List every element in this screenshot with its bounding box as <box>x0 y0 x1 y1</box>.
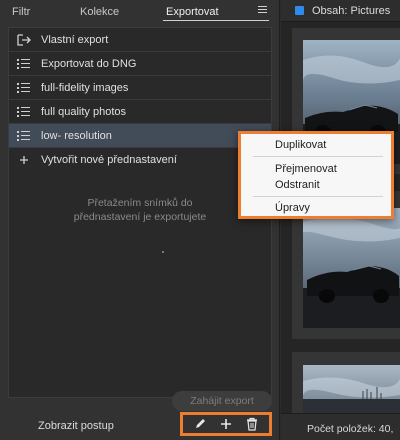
preset-toolbar <box>180 412 272 436</box>
menu-separator <box>253 196 383 197</box>
tab-filter[interactable]: Filtr <box>12 6 30 18</box>
item-count: Počet položek: 40, <box>307 423 394 435</box>
preset-label: Vlastní export <box>41 33 109 46</box>
plus-icon <box>17 154 31 166</box>
menu-item-rename[interactable]: Přejmenovat <box>275 163 337 175</box>
panel-tabs: Filtr Kolekce Exportovat <box>0 0 280 24</box>
preset-low-resolution[interactable]: low- resolution <box>9 124 271 148</box>
create-preset-button[interactable]: Vytvořit nové přednastavení <box>9 148 271 172</box>
hint-line: Přetažením snímků do <box>87 197 193 209</box>
preset-full-quality[interactable]: full quality photos <box>9 100 271 124</box>
content-header: Obsah: Pictures <box>281 0 400 22</box>
preset-full-fidelity[interactable]: full-fidelity images <box>9 76 271 100</box>
preset-custom-export[interactable]: Vlastní export <box>9 28 271 52</box>
hint-line: přednastavení je exportujete <box>73 211 207 223</box>
show-progress-link[interactable]: Zobrazit postup <box>38 420 114 432</box>
preset-label: full quality photos <box>41 105 126 118</box>
tab-collections[interactable]: Kolekce <box>80 6 119 18</box>
trash-icon[interactable] <box>245 417 259 431</box>
preset-label: low- resolution <box>41 129 112 142</box>
photo-thumbnail[interactable] <box>303 208 400 328</box>
separator-dot <box>162 251 164 253</box>
status-bar: Počet položek: 40, <box>281 413 400 440</box>
preset-export-dng[interactable]: Exportovat do DNG <box>9 52 271 76</box>
pencil-icon[interactable] <box>193 417 207 431</box>
content-panel: Obsah: Pictures Počet položek: 40, <box>281 0 400 440</box>
list-icon <box>17 82 31 94</box>
active-tab-indicator <box>163 20 269 21</box>
photo-thumbnail[interactable] <box>303 365 400 413</box>
preset-list: Vlastní export Exportovat do DNG full-fi… <box>8 27 272 398</box>
context-menu: Duplikovat Přejmenovat Odstranit Úpravy <box>238 131 394 219</box>
list-icon <box>17 130 31 142</box>
start-export-button[interactable]: Zahájit export <box>172 391 272 411</box>
list-icon <box>17 106 31 118</box>
tab-export[interactable]: Exportovat <box>166 6 219 18</box>
export-panel: Filtr Kolekce Exportovat Vlastní export … <box>0 0 280 440</box>
list-icon <box>17 58 31 70</box>
export-icon <box>17 33 31 46</box>
menu-separator <box>253 156 383 157</box>
preset-label: Exportovat do DNG <box>41 57 137 70</box>
menu-item-edit[interactable]: Úpravy <box>275 202 310 214</box>
content-title: Obsah: Pictures <box>312 4 391 17</box>
preset-label: full-fidelity images <box>41 81 129 94</box>
add-icon[interactable] <box>219 417 233 431</box>
hamburger-menu-icon[interactable] <box>258 6 267 14</box>
menu-item-duplicate[interactable]: Duplikovat <box>275 139 326 151</box>
create-preset-label: Vytvořit nové přednastavení <box>41 154 177 166</box>
folder-color-icon <box>295 6 304 15</box>
drop-hint: Přetažením snímků do přednastavení je ex… <box>9 196 271 224</box>
menu-item-remove[interactable]: Odstranit <box>275 179 320 191</box>
